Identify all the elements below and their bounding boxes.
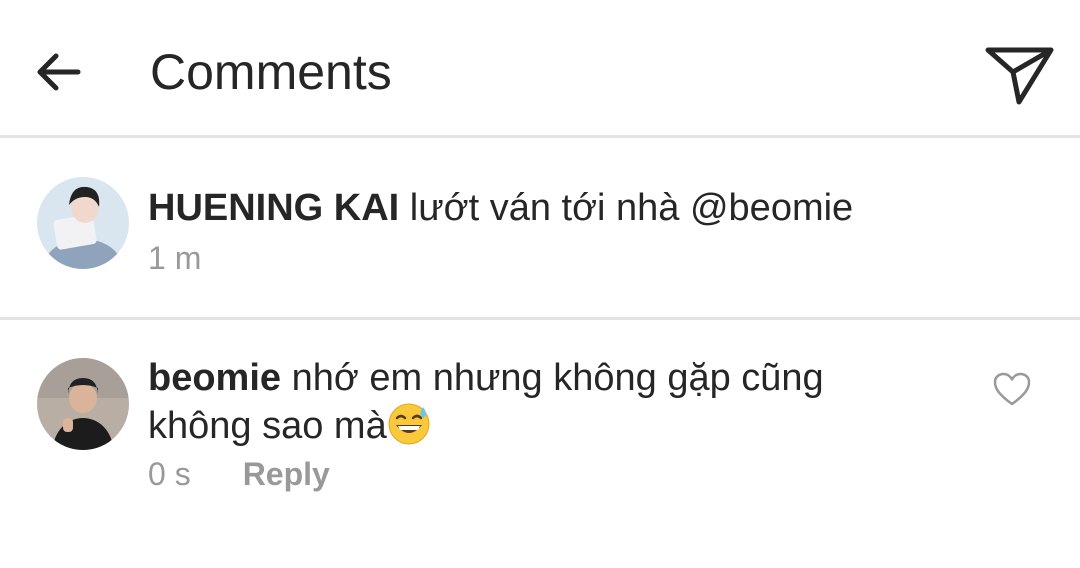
comment-message-line1: nhớ em nhưng không gặp cũng (291, 357, 824, 399)
comment-meta: 0 s Reply (148, 454, 330, 494)
avatar[interactable] (37, 358, 129, 450)
avatar[interactable] (37, 177, 129, 269)
back-button[interactable] (22, 36, 94, 108)
caption-message: lướt ván tới nhà @beomie (409, 187, 854, 229)
comment-message-line2: không sao mà (148, 405, 387, 447)
page-title: Comments (150, 44, 392, 100)
heart-outline-icon (993, 372, 1031, 406)
arrow-left-icon (37, 53, 81, 91)
reply-button[interactable]: Reply (243, 456, 330, 492)
like-button[interactable] (992, 371, 1032, 407)
caption-time: 1 m (148, 240, 202, 276)
top-bar: Comments (0, 0, 1080, 138)
comment-time: 0 s (148, 456, 191, 492)
share-button[interactable] (980, 34, 1060, 114)
caption-username[interactable]: HUENING KAI (148, 187, 399, 229)
post-caption: HUENING KAI lướt ván tới nhà @beomie 1 m (0, 138, 1080, 320)
comment-username[interactable]: beomie (148, 357, 281, 399)
paper-plane-icon (985, 47, 1054, 105)
comment-text: beomie nhớ em nhưng không gặp cũng không… (148, 355, 968, 449)
caption-timestamp: 1 m (148, 238, 201, 278)
grinning-face-with-sweat-icon (388, 403, 430, 445)
caption-text: HUENING KAI lướt ván tới nhà @beomie (148, 185, 853, 231)
